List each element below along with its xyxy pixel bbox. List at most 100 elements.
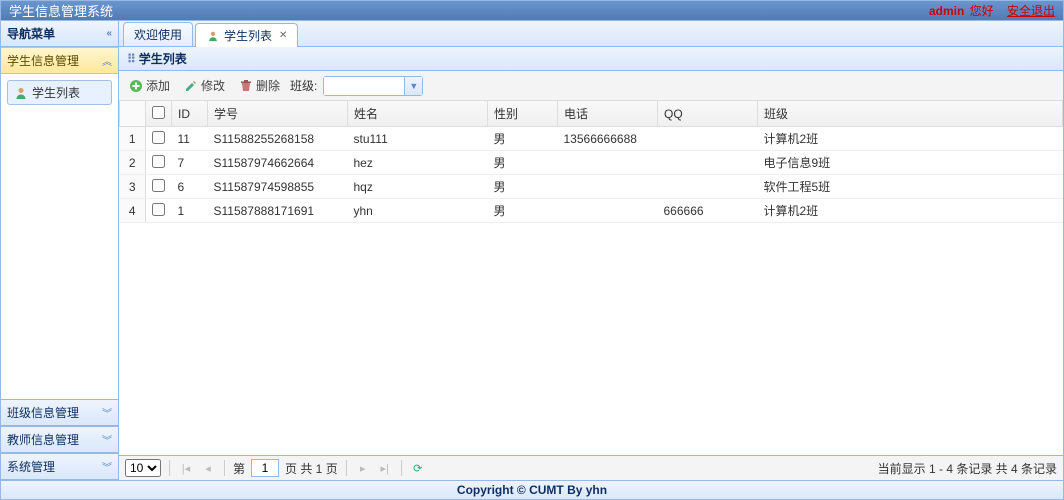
refresh-button[interactable]: ⟳: [410, 460, 426, 476]
class-filter-combo[interactable]: ▼: [323, 76, 423, 96]
sidebar-header: 导航菜单 «: [1, 21, 118, 47]
rownum-cell: 2: [120, 151, 146, 175]
row-checkbox[interactable]: [152, 179, 165, 192]
panel-header: ⠿ 学生列表: [119, 47, 1063, 71]
delete-button[interactable]: 删除: [235, 75, 284, 96]
pager: 10 |◂ ◂ 第 页 共 1 页 ▸ ▸| ⟳ 当前显示 1 - 4 条记录 …: [119, 455, 1063, 480]
edit-button[interactable]: 修改: [180, 75, 229, 96]
panel-title: 学生列表: [139, 50, 187, 67]
accordion-class-mgmt[interactable]: 班级信息管理 ︾: [1, 399, 118, 426]
accordion-label: 班级信息管理: [7, 404, 79, 421]
sex-cell: 男: [488, 199, 558, 223]
collapse-sidebar-icon[interactable]: «: [106, 28, 112, 39]
trash-icon: [239, 79, 253, 93]
prev-page-button[interactable]: ◂: [200, 460, 216, 476]
table-row[interactable]: 41S11587888171691yhn男666666计算机2班: [120, 199, 1063, 223]
qq-cell: [658, 151, 758, 175]
person-icon: [206, 29, 220, 43]
table-row[interactable]: 36S11587974598855hqz男软件工程5班: [120, 175, 1063, 199]
accordion-label: 学生信息管理: [7, 52, 79, 69]
page-after-label: 页 共 1 页: [285, 460, 338, 477]
last-page-button[interactable]: ▸|: [377, 460, 393, 476]
add-button[interactable]: 添加: [125, 75, 174, 96]
sidebar: 导航菜单 « 学生信息管理 ︽ 学生列表 班级信息管理: [1, 21, 119, 480]
chevron-down-icon: ︾: [102, 432, 112, 447]
next-page-button[interactable]: ▸: [355, 460, 371, 476]
col-tel[interactable]: 电话: [558, 101, 658, 127]
greeting-text: 您好: [970, 4, 994, 18]
name-cell: yhn: [348, 199, 488, 223]
sex-cell: 男: [488, 175, 558, 199]
accordion-body: 学生列表: [1, 74, 118, 399]
id-cell: 11: [172, 127, 208, 151]
col-id[interactable]: ID: [172, 101, 208, 127]
first-page-button[interactable]: |◂: [178, 460, 194, 476]
accordion-label: 系统管理: [7, 458, 55, 475]
col-rownum: [120, 101, 146, 127]
app-header: 学生信息管理系统 admin 您好 安全退出: [1, 1, 1063, 21]
checkbox-cell: [146, 199, 172, 223]
col-checkbox: [146, 101, 172, 127]
sex-cell: 男: [488, 127, 558, 151]
col-sex[interactable]: 性别: [488, 101, 558, 127]
chevron-down-icon: ︾: [102, 459, 112, 474]
class-cell: 计算机2班: [758, 127, 1063, 151]
checkbox-cell: [146, 151, 172, 175]
table-header-row: ID 学号 姓名 性别 电话 QQ 班级: [120, 101, 1063, 127]
name-cell: stu111: [348, 127, 488, 151]
class-filter-label: 班级:: [290, 77, 317, 94]
table-row[interactable]: 27S11587974662664hez男电子信息9班: [120, 151, 1063, 175]
qq-cell: [658, 127, 758, 151]
id-cell: 6: [172, 175, 208, 199]
sno-cell: S11588255268158: [208, 127, 348, 151]
person-icon: [14, 86, 28, 100]
accordion-student-mgmt[interactable]: 学生信息管理 ︽: [1, 47, 118, 74]
select-all-checkbox[interactable]: [152, 106, 165, 119]
class-filter-input[interactable]: [324, 77, 404, 95]
checkbox-cell: [146, 175, 172, 199]
chevron-down-icon[interactable]: ▼: [404, 77, 422, 95]
rownum-cell: 3: [120, 175, 146, 199]
separator: [346, 460, 347, 476]
sidebar-item-student-list[interactable]: 学生列表: [7, 80, 112, 105]
accordion-system-mgmt[interactable]: 系统管理 ︾: [1, 453, 118, 480]
class-cell: 电子信息9班: [758, 151, 1063, 175]
checkbox-cell: [146, 127, 172, 151]
sidebar-item-label: 学生列表: [32, 84, 80, 101]
tel-cell: 13566666688: [558, 127, 658, 151]
plus-icon: [129, 79, 143, 93]
pager-info: 当前显示 1 - 4 条记录 共 4 条记录: [878, 460, 1057, 477]
header-right: admin 您好 安全退出: [929, 2, 1055, 19]
accordion-teacher-mgmt[interactable]: 教师信息管理 ︾: [1, 426, 118, 453]
name-cell: hqz: [348, 175, 488, 199]
tab-student-list[interactable]: 学生列表 ✕: [195, 23, 298, 47]
logout-link[interactable]: 安全退出: [1007, 4, 1055, 18]
current-user: admin: [929, 4, 964, 18]
close-icon[interactable]: ✕: [279, 30, 287, 41]
col-class[interactable]: 班级: [758, 101, 1063, 127]
class-cell: 计算机2班: [758, 199, 1063, 223]
sno-cell: S11587974662664: [208, 151, 348, 175]
rownum-cell: 1: [120, 127, 146, 151]
sidebar-title: 导航菜单: [7, 25, 55, 42]
row-checkbox[interactable]: [152, 155, 165, 168]
tel-cell: [558, 199, 658, 223]
current-page-input[interactable]: [251, 459, 279, 477]
toolbar: 添加 修改 删除 班级:: [119, 71, 1063, 101]
col-name[interactable]: 姓名: [348, 101, 488, 127]
tel-cell: [558, 151, 658, 175]
page-before-label: 第: [233, 460, 245, 477]
qq-cell: [658, 175, 758, 199]
id-cell: 1: [172, 199, 208, 223]
col-sno[interactable]: 学号: [208, 101, 348, 127]
page-size-select[interactable]: 10: [125, 459, 161, 477]
col-qq[interactable]: QQ: [658, 101, 758, 127]
table-row[interactable]: 111S11588255268158stu111男13566666688计算机2…: [120, 127, 1063, 151]
row-checkbox[interactable]: [152, 131, 165, 144]
class-cell: 软件工程5班: [758, 175, 1063, 199]
data-grid: ID 学号 姓名 性别 电话 QQ 班级 111S11588255268158s…: [119, 101, 1063, 455]
row-checkbox[interactable]: [152, 203, 165, 216]
tel-cell: [558, 175, 658, 199]
footer: Copyright © CUMT By yhn: [1, 480, 1063, 499]
tab-welcome[interactable]: 欢迎使用: [123, 22, 193, 46]
